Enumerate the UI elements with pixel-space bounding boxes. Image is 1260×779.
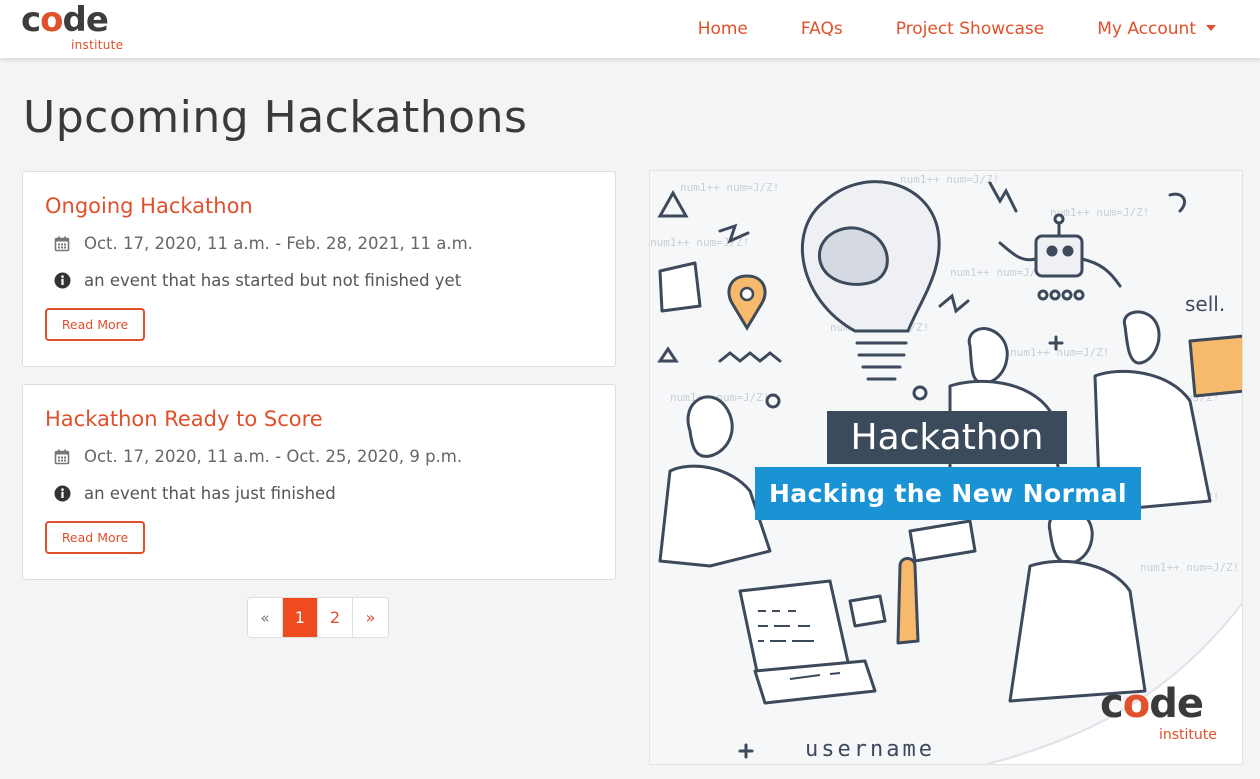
info-circle-icon: [53, 272, 71, 290]
hackathon-card: Ongoing Hackathon Oct. 17, 2020, 11 a.m.…: [22, 171, 616, 367]
hackathon-dates: Oct. 17, 2020, 11 a.m. - Oct. 25, 2020, …: [84, 447, 463, 466]
pagination-page-1[interactable]: 1: [283, 598, 318, 637]
hackathon-card-title[interactable]: Hackathon Ready to Score: [45, 407, 323, 431]
hackathon-status-row: an event that has started but not finish…: [53, 271, 461, 290]
navbar: code institute Home FAQs Project Showcas…: [0, 0, 1260, 58]
hackathon-dates-row: Oct. 17, 2020, 11 a.m. - Feb. 28, 2021, …: [53, 234, 473, 253]
hackathon-status-row: an event that has just finished: [53, 484, 336, 503]
nav-project-showcase-link[interactable]: Project Showcase: [896, 19, 1045, 39]
brand-wordmark: code: [21, 0, 109, 40]
nav-faqs-link[interactable]: FAQs: [801, 19, 843, 39]
nav-home-link[interactable]: Home: [698, 19, 748, 39]
pagination-next[interactable]: »: [353, 598, 388, 637]
pagination: « 1 2 »: [247, 597, 389, 638]
svg-text:num1++ num=J/Z!: num1++ num=J/Z!: [1140, 561, 1239, 574]
pagination-previous[interactable]: «: [248, 598, 283, 637]
info-circle-icon: [53, 485, 71, 503]
hackathon-card: Hackathon Ready to Score Oct. 17, 2020, …: [22, 384, 616, 580]
brand-logo[interactable]: code institute: [21, 0, 131, 54]
read-more-button[interactable]: Read More: [45, 521, 145, 554]
hero-subtitle-banner: Hacking the New Normal: [755, 467, 1141, 520]
my-account-label: My Account: [1097, 19, 1196, 39]
svg-text:username: username: [805, 737, 935, 762]
hackathon-card-title[interactable]: Ongoing Hackathon: [45, 194, 253, 218]
hackathon-dates: Oct. 17, 2020, 11 a.m. - Feb. 28, 2021, …: [84, 234, 473, 253]
read-more-button[interactable]: Read More: [45, 308, 145, 341]
svg-text:num1++ num=J/Z!: num1++ num=J/Z!: [680, 181, 779, 194]
hackathon-status-description: an event that has just finished: [84, 484, 336, 503]
calendar-icon: [53, 235, 71, 253]
svg-text:sell.: sell.: [1185, 292, 1225, 316]
svg-text:num1++ num=J/Z!: num1++ num=J/Z!: [900, 173, 999, 186]
brand-subtitle: institute: [71, 38, 124, 52]
hackathon-dates-row: Oct. 17, 2020, 11 a.m. - Oct. 25, 2020, …: [53, 447, 462, 466]
hero-title-banner: Hackathon: [827, 411, 1067, 464]
page-title: Upcoming Hackathons: [23, 92, 528, 143]
nav-links: Home FAQs Project Showcase My Account: [698, 0, 1260, 58]
hero-logo-wordmark: code: [1100, 681, 1204, 727]
pagination-page-2[interactable]: 2: [318, 598, 353, 637]
hero-logo-subtitle: institute: [1159, 727, 1217, 743]
nav-my-account-dropdown[interactable]: My Account: [1097, 19, 1216, 39]
svg-text:num1++ num=J/Z!: num1++ num=J/Z!: [950, 266, 1049, 279]
hackathon-hero-image: num1++ num=J/Z! num1++ num=J/Z! num1++ n…: [649, 170, 1243, 765]
calendar-icon: [53, 448, 71, 466]
svg-text:num1++ num=J/Z!: num1++ num=J/Z!: [1010, 346, 1109, 359]
chevron-down-icon: [1206, 25, 1216, 31]
svg-text:num1++ num=J/Z!: num1++ num=J/Z!: [1050, 206, 1149, 219]
hero-code-institute-logo: code institute: [1100, 681, 1230, 743]
hackathon-status-description: an event that has started but not finish…: [84, 271, 462, 290]
